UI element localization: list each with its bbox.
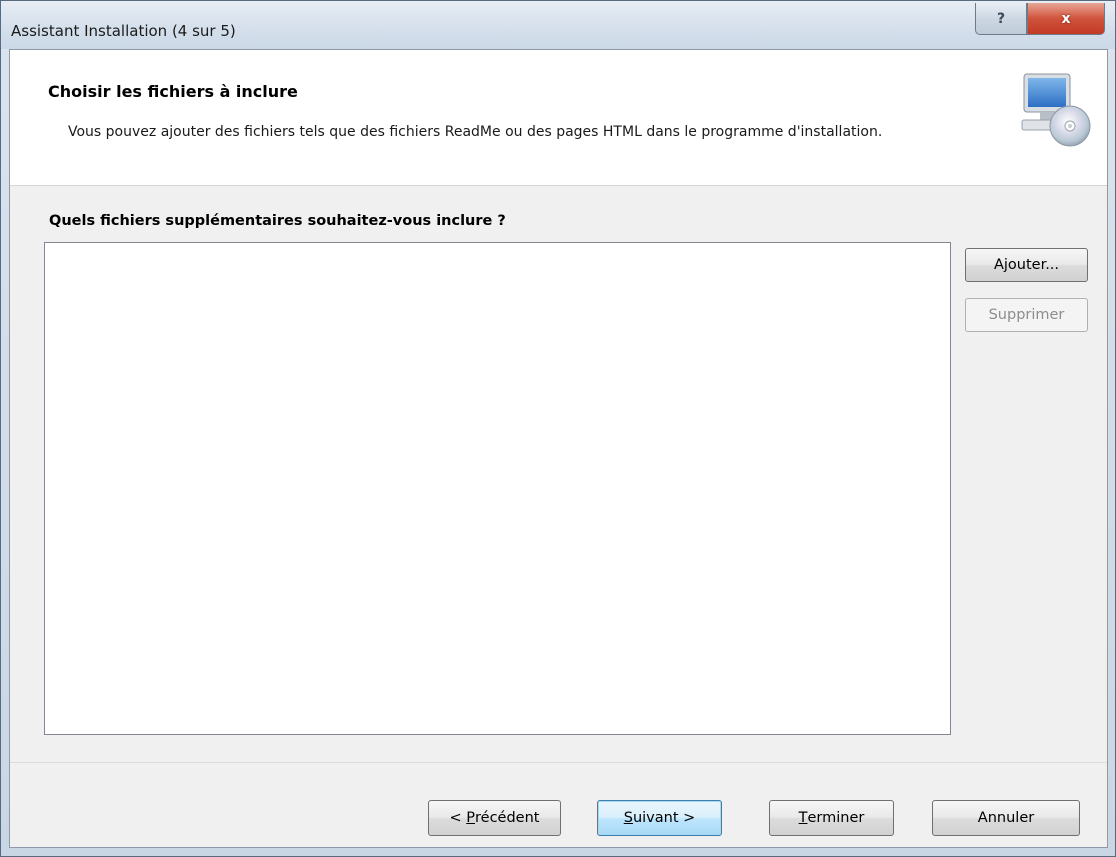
next-label-accel: S — [623, 810, 633, 826]
page-title: Choisir les fichiers à inclure — [48, 82, 298, 101]
window-title: Assistant Installation (4 sur 5) — [11, 22, 236, 40]
finish-label-rest: erminer — [807, 810, 865, 826]
footer-separator — [10, 762, 1107, 763]
close-button[interactable]: x — [1027, 3, 1105, 35]
previous-label-rest: récédent — [475, 810, 540, 826]
finish-label-accel: T — [798, 810, 808, 826]
close-icon: x — [1061, 10, 1071, 27]
remove-button[interactable]: Supprimer — [965, 298, 1088, 332]
previous-label-accel: P — [466, 810, 476, 826]
next-label-rest: uivant > — [632, 810, 696, 826]
next-button[interactable]: Suivant > — [597, 800, 722, 836]
computer-cd-icon — [1021, 73, 1091, 147]
previous-label-prefix: < — [449, 810, 467, 826]
previous-button[interactable]: < Précédent — [428, 800, 561, 836]
cancel-button[interactable]: Annuler — [932, 800, 1080, 836]
help-button[interactable]: ? — [975, 3, 1027, 35]
page-description: Vous pouvez ajouter des fichiers tels qu… — [68, 124, 883, 140]
finish-button[interactable]: Terminer — [769, 800, 894, 836]
additional-files-list[interactable] — [44, 242, 951, 735]
wizard-body: Choisir les fichiers à inclure Vous pouv… — [9, 49, 1108, 848]
help-icon: ? — [996, 10, 1006, 27]
installer-window: Assistant Installation (4 sur 5) ? x Cho… — [0, 0, 1116, 857]
add-button[interactable]: Ajouter... — [965, 248, 1088, 282]
wizard-header: Choisir les fichiers à inclure Vous pouv… — [10, 50, 1107, 186]
files-question-label: Quels fichiers supplémentaires souhaitez… — [49, 213, 506, 229]
title-bar[interactable]: Assistant Installation (4 sur 5) ? x — [1, 1, 1115, 49]
